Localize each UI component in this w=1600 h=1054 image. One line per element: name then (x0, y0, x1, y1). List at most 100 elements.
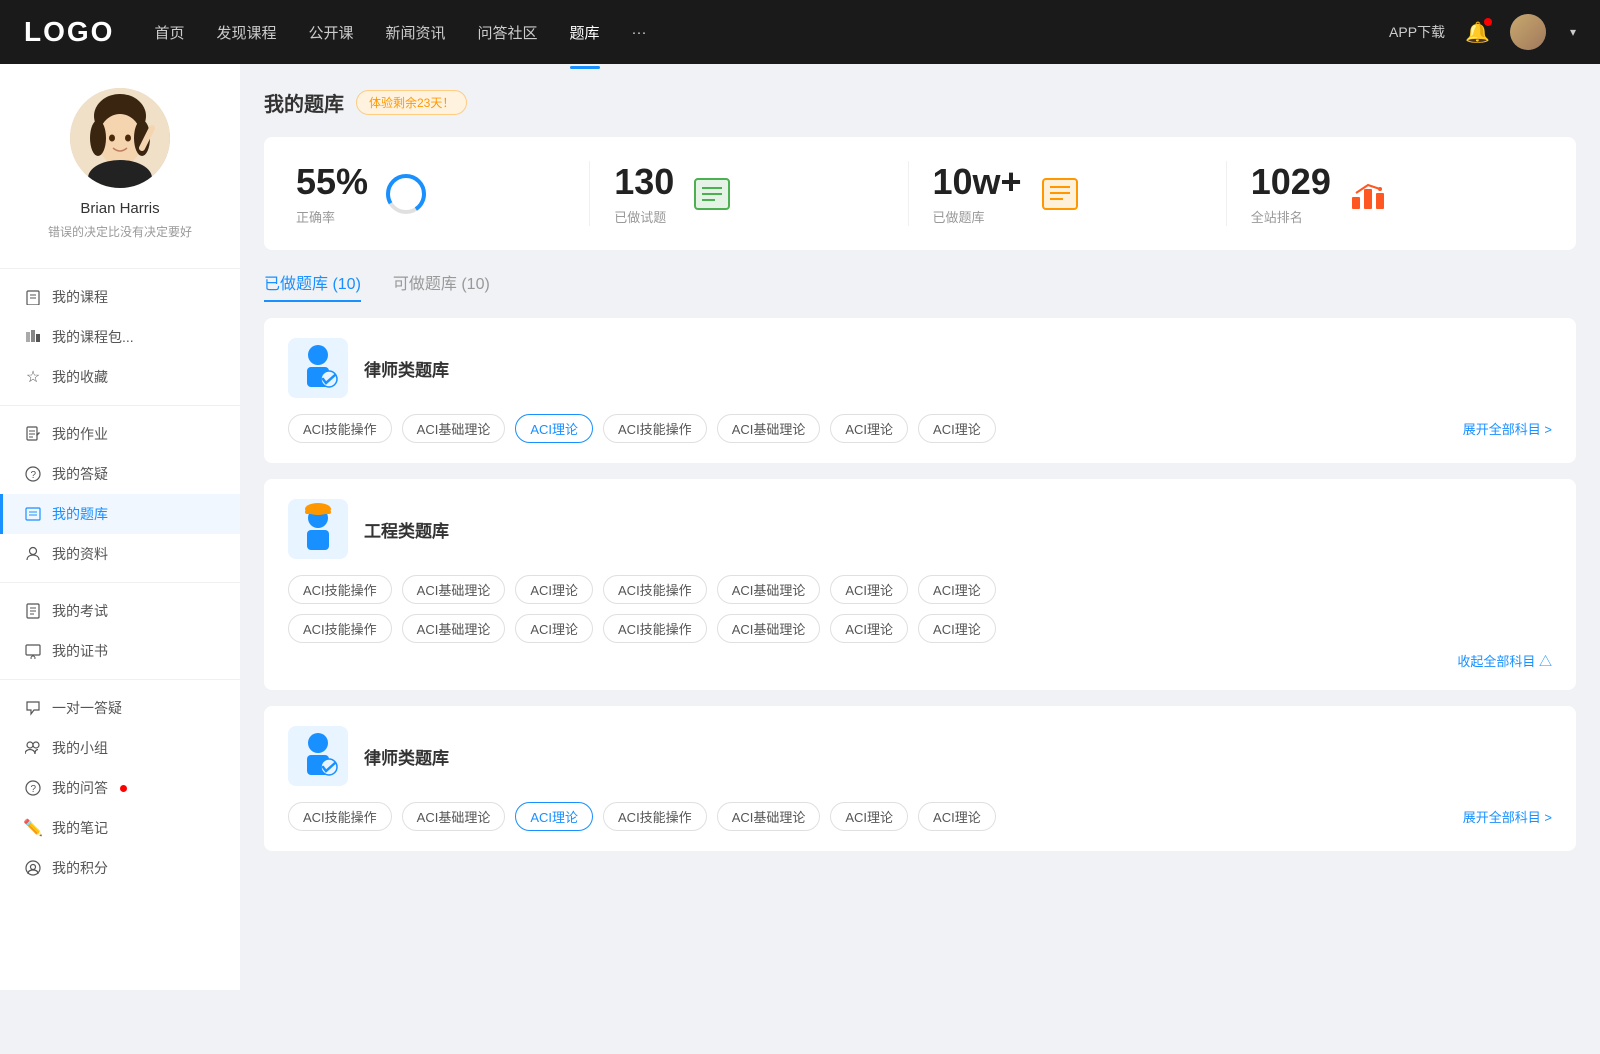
tab-done[interactable]: 已做题库 (10) (264, 270, 361, 302)
tag-1-r2-1[interactable]: ACI基础理论 (402, 614, 506, 643)
group-icon (24, 739, 42, 757)
user-avatar[interactable] (1510, 14, 1546, 50)
sidebar-item-group[interactable]: 我的小组 (0, 728, 240, 768)
sidebar-item-course[interactable]: 我的课程 (0, 277, 240, 317)
tags-row-1: ACI技能操作 ACI基础理论 ACI理论 ACI技能操作 ACI基础理论 AC… (288, 575, 1552, 604)
divider-4 (0, 679, 240, 680)
tag-1-r2-5[interactable]: ACI理论 (830, 614, 908, 643)
tag-0-2[interactable]: ACI理论 (515, 414, 593, 443)
qbank-title-1: 工程类题库 (364, 517, 449, 542)
qbank-section-0: 律师类题库 ACI技能操作 ACI基础理论 ACI理论 ACI技能操作 ACI基… (264, 318, 1576, 463)
nav-qa[interactable]: 问答社区 (478, 18, 538, 47)
sidebar-menu: 我的课程 我的课程包... ☆ 我的收藏 我的作业 ? (0, 277, 240, 888)
sidebar: Brian Harris 错误的决定比没有决定要好 我的课程 我的课程包... … (0, 64, 240, 990)
qa-badge-dot (120, 785, 127, 792)
sidebar-item-exam[interactable]: 我的考试 (0, 591, 240, 631)
navbar-right: APP下载 🔔 ▾ (1389, 14, 1576, 50)
course-icon (24, 288, 42, 306)
tag-1-2[interactable]: ACI理论 (515, 575, 593, 604)
tag-0-5[interactable]: ACI理论 (830, 414, 908, 443)
notification-bell[interactable]: 🔔 (1465, 20, 1490, 45)
tag-1-r2-0[interactable]: ACI技能操作 (288, 614, 392, 643)
sidebar-item-favorites[interactable]: ☆ 我的收藏 (0, 357, 240, 397)
sidebar-item-points[interactable]: 我的积分 (0, 848, 240, 888)
favorites-icon: ☆ (24, 368, 42, 386)
tag-1-6[interactable]: ACI理论 (918, 575, 996, 604)
stat-rank-content: 1029 全站排名 (1251, 161, 1331, 226)
tags-row-2: ACI技能操作 ACI基础理论 ACI理论 ACI技能操作 ACI基础理论 AC… (288, 802, 1453, 831)
quiz-icon (24, 505, 42, 523)
svg-text:?: ? (31, 470, 37, 481)
sidebar-item-cert[interactable]: 我的证书 (0, 631, 240, 671)
section-footer-1: 收起全部科目 △ (288, 651, 1552, 670)
stat-done-q-value: 130 (614, 161, 674, 203)
stat-done-banks: 10w+ 已做题库 (909, 161, 1227, 226)
tag-2-2[interactable]: ACI理论 (515, 802, 593, 831)
qbank-icon-1 (288, 499, 348, 559)
nav-news[interactable]: 新闻资讯 (386, 18, 446, 47)
stat-done-b-value: 10w+ (933, 161, 1022, 203)
sidebar-label-cert: 我的证书 (52, 641, 108, 661)
tag-2-3[interactable]: ACI技能操作 (603, 802, 707, 831)
tag-0-4[interactable]: ACI基础理论 (717, 414, 821, 443)
tag-1-5[interactable]: ACI理论 (830, 575, 908, 604)
tag-0-0[interactable]: ACI技能操作 (288, 414, 392, 443)
nav-quiz[interactable]: 题库 (570, 18, 600, 47)
sidebar-item-quiz[interactable]: 我的题库 (0, 494, 240, 534)
avatar-image (1510, 14, 1546, 50)
qbank-section-2: 律师类题库 ACI技能操作 ACI基础理论 ACI理论 ACI技能操作 ACI基… (264, 706, 1576, 851)
sidebar-item-coursepack[interactable]: 我的课程包... (0, 317, 240, 357)
nav-more[interactable]: ··· (632, 20, 647, 45)
tag-0-6[interactable]: ACI理论 (918, 414, 996, 443)
sidebar-label-favorites: 我的收藏 (52, 367, 108, 387)
main-content: 我的题库 体验剩余23天！ 55% 正确率 (240, 64, 1600, 990)
tab-available[interactable]: 可做题库 (10) (393, 270, 490, 302)
stat-rank-value: 1029 (1251, 161, 1331, 203)
sidebar-label-exam: 我的考试 (52, 601, 108, 621)
tag-1-r2-6[interactable]: ACI理论 (918, 614, 996, 643)
stat-done-b-label: 已做题库 (933, 207, 1022, 226)
tag-1-4[interactable]: ACI基础理论 (717, 575, 821, 604)
tag-2-0[interactable]: ACI技能操作 (288, 802, 392, 831)
expand-link-2[interactable]: 展开全部科目 > (1463, 807, 1552, 826)
sidebar-item-homework[interactable]: 我的作业 (0, 414, 240, 454)
tag-1-1[interactable]: ACI基础理论 (402, 575, 506, 604)
app-download-btn[interactable]: APP下载 (1389, 22, 1445, 42)
tag-2-4[interactable]: ACI基础理论 (717, 802, 821, 831)
sidebar-item-notes[interactable]: ✏️ 我的笔记 (0, 808, 240, 848)
logo: LOGO (24, 16, 114, 48)
nav-discover[interactable]: 发现课程 (216, 18, 276, 47)
qbank-title-2: 律师类题库 (364, 744, 449, 769)
sidebar-label-profile: 我的资料 (52, 544, 108, 564)
page-title: 我的题库 (264, 88, 344, 117)
tag-2-5[interactable]: ACI理论 (830, 802, 908, 831)
stat-done-q-content: 130 已做试题 (614, 161, 674, 226)
tabs-row: 已做题库 (10) 可做题库 (10) (264, 270, 1576, 302)
bell-dot (1484, 18, 1492, 26)
sidebar-item-tutoring[interactable]: 一对一答疑 (0, 688, 240, 728)
sidebar-item-myqa[interactable]: ? 我的问答 (0, 768, 240, 808)
navbar-menu: 首页 发现课程 公开课 新闻资讯 问答社区 题库 ··· (154, 18, 1389, 47)
tag-1-r2-2[interactable]: ACI理论 (515, 614, 593, 643)
nav-opencourse[interactable]: 公开课 (308, 18, 353, 47)
tag-1-3[interactable]: ACI技能操作 (603, 575, 707, 604)
sidebar-item-profile[interactable]: 我的资料 (0, 534, 240, 574)
avatar-chevron[interactable]: ▾ (1570, 25, 1576, 39)
page-header: 我的题库 体验剩余23天！ (264, 88, 1576, 117)
tag-1-r2-3[interactable]: ACI技能操作 (603, 614, 707, 643)
tag-2-1[interactable]: ACI基础理论 (402, 802, 506, 831)
collapse-link-1[interactable]: 收起全部科目 △ (1457, 651, 1552, 670)
tag-1-0[interactable]: ACI技能操作 (288, 575, 392, 604)
expand-link-0[interactable]: 展开全部科目 > (1463, 419, 1552, 438)
sidebar-item-qa[interactable]: ? 我的答疑 (0, 454, 240, 494)
accuracy-chart-icon (384, 172, 428, 216)
tag-2-6[interactable]: ACI理论 (918, 802, 996, 831)
tags-row-0: ACI技能操作 ACI基础理论 ACI理论 ACI技能操作 ACI基础理论 AC… (288, 414, 1453, 443)
tag-0-3[interactable]: ACI技能操作 (603, 414, 707, 443)
sidebar-label-points: 我的积分 (52, 858, 108, 878)
tutoring-icon (24, 699, 42, 717)
nav-home[interactable]: 首页 (154, 18, 184, 47)
done-questions-icon (690, 172, 734, 216)
tag-0-1[interactable]: ACI基础理论 (402, 414, 506, 443)
tag-1-r2-4[interactable]: ACI基础理论 (717, 614, 821, 643)
